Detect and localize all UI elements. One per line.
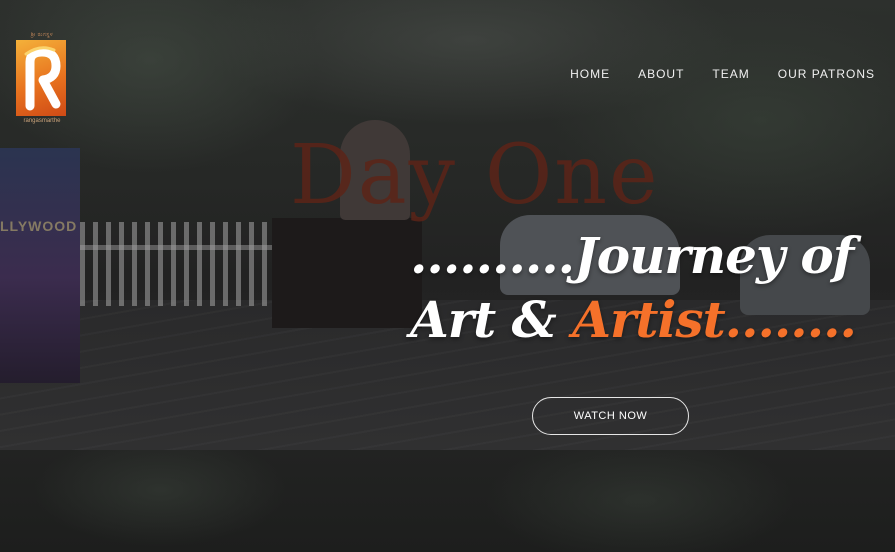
nav-team[interactable]: TEAM [712, 67, 749, 81]
background-day-one-text: Day One [290, 128, 660, 223]
logo-bottom-text: rangasmarthe [23, 118, 61, 124]
nav-our-patrons[interactable]: OUR PATRONS [778, 67, 875, 81]
watch-now-button[interactable]: WATCH NOW [532, 397, 689, 435]
headline-artist-text: Artist........ [572, 290, 857, 349]
headline-line-1: ..........Journey of [410, 226, 854, 285]
site-logo[interactable]: ಶ್ರೀ ರಂಗಸ್ಥಳ rangasmarthe [16, 32, 68, 128]
logo-r-icon [16, 40, 66, 116]
main-nav: HOME ABOUT TEAM OUR PATRONS [570, 67, 875, 81]
hero-headline: ..........Journey of Art & Artist.......… [410, 224, 857, 352]
lower-section-background [0, 450, 895, 552]
nav-about[interactable]: ABOUT [638, 67, 684, 81]
background-fence-rail [80, 245, 280, 250]
background-fence [80, 222, 280, 306]
nav-home[interactable]: HOME [570, 67, 610, 81]
headline-art-text: Art & [410, 290, 573, 349]
headline-line-2: Art & Artist........ [410, 288, 857, 352]
background-poster-stand [0, 148, 80, 383]
background-poster-text: LLYWOOD [0, 218, 78, 234]
background-pedestal [272, 218, 422, 328]
logo-top-text: ಶ್ರೀ ರಂಗಸ್ಥಳ [30, 32, 54, 38]
